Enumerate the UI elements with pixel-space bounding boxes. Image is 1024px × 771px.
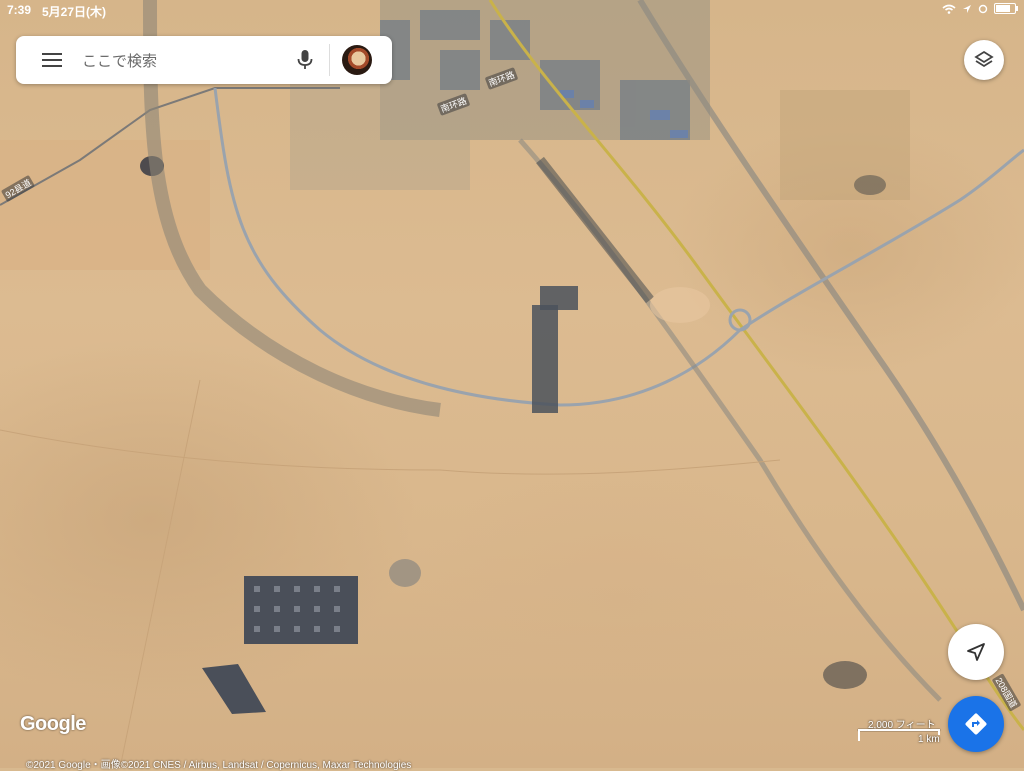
search-divider	[329, 44, 330, 76]
battery-icon	[994, 3, 1018, 14]
status-icons	[942, 3, 1018, 14]
google-logo: Google	[20, 713, 86, 735]
orientation-lock-icon	[978, 4, 988, 13]
status-date: 5月27日(木)	[42, 5, 107, 19]
microphone-icon[interactable]	[296, 49, 314, 71]
wifi-icon	[942, 4, 956, 14]
scale-bar: 2,000 フィート 1 km	[856, 714, 942, 745]
scale-metric: 1 km	[918, 734, 940, 745]
status-bar: 7:39 5月27日(木)	[0, 0, 1024, 20]
avatar[interactable]	[342, 45, 372, 75]
search-input[interactable]	[80, 46, 284, 76]
directions-icon	[965, 713, 987, 735]
map-attribution[interactable]: ©2021 Google・画像©2021 CNES / Airbus, Land…	[26, 756, 411, 771]
map-imagery	[0, 0, 1024, 768]
satellite-map[interactable]: 92县道 南环路 南环路 208国道	[0, 0, 1024, 768]
layers-button[interactable]	[964, 40, 1004, 80]
my-location-button[interactable]	[948, 624, 1004, 680]
search-bar	[16, 36, 392, 84]
navigation-arrow-icon	[967, 643, 985, 661]
scale-tick-left	[858, 729, 860, 741]
directions-button[interactable]	[948, 696, 1004, 752]
layers-icon	[974, 50, 994, 68]
location-arrow-icon	[963, 4, 971, 13]
scale-line	[858, 729, 940, 731]
hamburger-menu-icon[interactable]	[42, 52, 62, 68]
status-time: 7:39	[7, 3, 32, 17]
